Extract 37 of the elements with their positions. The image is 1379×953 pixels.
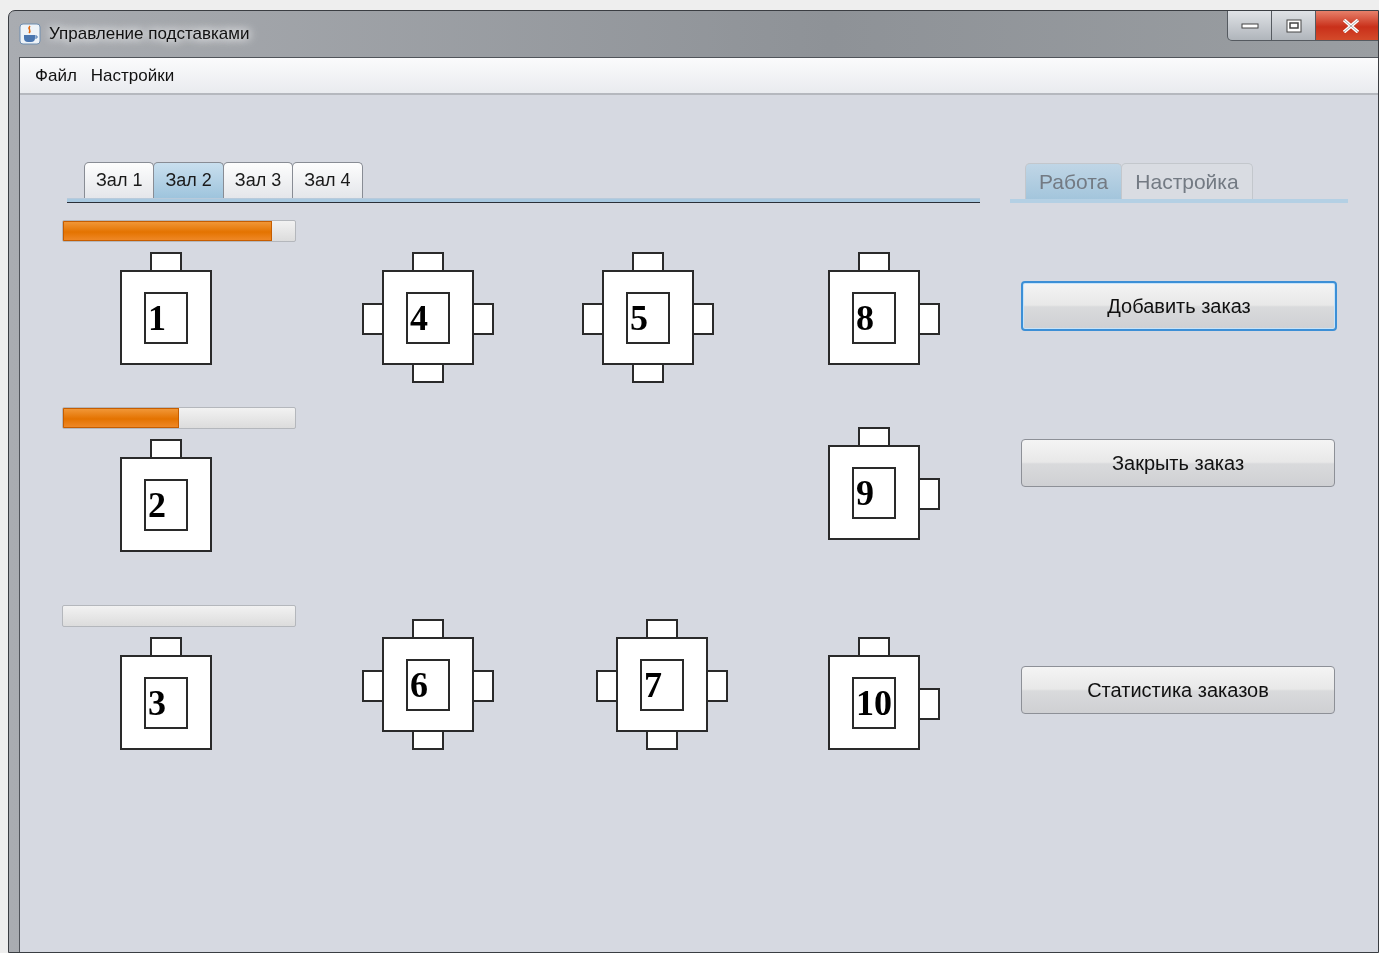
table-shape[interactable]: 7 xyxy=(616,637,708,732)
table-shape[interactable]: 3 xyxy=(120,655,212,750)
table-shape[interactable]: 8 xyxy=(828,270,920,365)
table-shape[interactable]: 9 xyxy=(828,445,920,540)
coffee-cup-icon xyxy=(19,23,41,45)
minimize-icon xyxy=(1240,22,1259,29)
maximize-button[interactable] xyxy=(1272,11,1316,41)
table-shape[interactable]: 10 xyxy=(828,655,920,750)
table-shape[interactable]: 6 xyxy=(382,637,474,732)
table-number: 1 xyxy=(144,291,188,344)
table-shape[interactable]: 5 xyxy=(602,270,694,365)
table-number: 5 xyxy=(626,291,670,344)
close-button[interactable] xyxy=(1316,11,1378,41)
action-button[interactable]: Добавить заказ xyxy=(1021,281,1337,331)
table-number: 8 xyxy=(852,291,896,344)
table-number: 9 xyxy=(852,466,896,519)
action-button[interactable]: Статистика заказов xyxy=(1021,666,1335,714)
maximize-icon xyxy=(1285,18,1302,33)
tab[interactable]: Зал 3 xyxy=(222,162,294,198)
menu-item[interactable]: Файл xyxy=(28,65,84,86)
tab[interactable]: Зал 2 xyxy=(153,162,224,198)
table-number: 4 xyxy=(406,291,450,344)
close-icon xyxy=(1341,18,1360,33)
action-button[interactable]: Закрыть заказ xyxy=(1021,439,1335,487)
table-number: 3 xyxy=(144,676,188,729)
table-number: 10 xyxy=(852,676,896,729)
table-number: 7 xyxy=(640,658,684,711)
tab[interactable]: Зал 4 xyxy=(292,162,363,198)
table-number: 2 xyxy=(144,478,188,531)
table-number: 6 xyxy=(406,658,450,711)
table-shape[interactable]: 4 xyxy=(382,270,474,365)
table-shape[interactable]: 2 xyxy=(120,457,212,552)
tab[interactable]: Зал 1 xyxy=(84,162,155,198)
menu-item[interactable]: Настройки xyxy=(83,65,182,86)
table-shape[interactable]: 1 xyxy=(120,270,212,365)
minimize-button[interactable] xyxy=(1227,11,1272,41)
window-title: Управление подставками xyxy=(49,24,250,44)
